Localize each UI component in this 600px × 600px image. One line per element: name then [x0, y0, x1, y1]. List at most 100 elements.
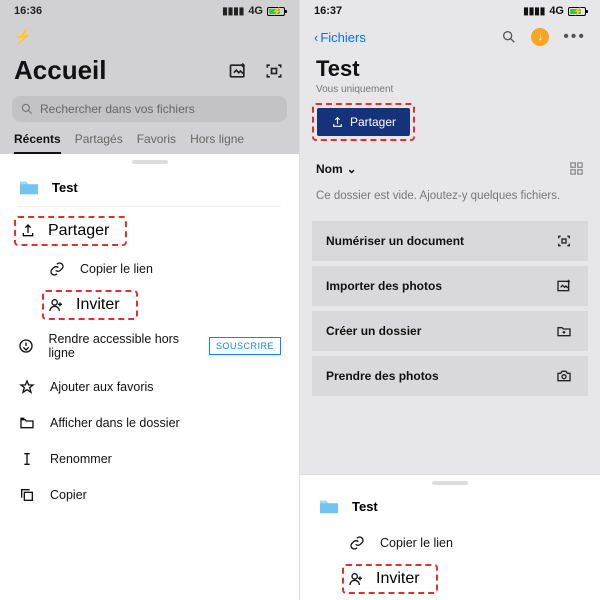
share-icon [20, 223, 36, 239]
left-header-area: 16:36 ▮▮▮▮ 4G ⚡ ⚡ Accueil Rechercher dan… [0, 0, 299, 154]
take-photo-action[interactable]: Prendre des photos [312, 356, 588, 396]
scan-document-action[interactable]: Numériser un document [312, 221, 588, 261]
folder-name: Test [52, 180, 78, 195]
folder-title: Test [300, 50, 600, 84]
share-button[interactable]: Partager [317, 108, 410, 136]
image-icon [556, 278, 574, 294]
folder-plus-icon [556, 323, 574, 339]
offline-item[interactable]: Rendre accessible hors ligne SOUSCRIRE [0, 323, 299, 369]
status-indicators: ▮▮▮▮ 4G ⚡ [222, 5, 285, 17]
back-button[interactable]: ‹ Fichiers [314, 30, 366, 45]
chevron-down-icon: ⌄ [347, 162, 357, 176]
right-screenshot: 16:37 ▮▮▮▮ 4G ⚡ ‹ Fichiers ↓ ••• Test Vo… [300, 0, 600, 600]
copy-item[interactable]: Copier [0, 477, 299, 513]
rename-icon [18, 450, 36, 468]
scan-document-label: Numériser un document [326, 234, 464, 248]
show-in-folder-label: Afficher dans le dossier [50, 416, 180, 430]
signal-icon: ▮▮▮▮ [222, 6, 244, 17]
sheet-invite-highlight: Inviter [342, 564, 438, 594]
share-button-highlight: Partager [312, 103, 415, 141]
scan-icon [556, 233, 574, 249]
status-time: 16:37 [314, 5, 342, 17]
link-icon [48, 260, 66, 278]
share-label[interactable]: Partager [48, 222, 109, 240]
upload-image-icon[interactable] [227, 60, 249, 82]
left-screenshot: 16:36 ▮▮▮▮ 4G ⚡ ⚡ Accueil Rechercher dan… [0, 0, 300, 600]
import-photos-action[interactable]: Importer des photos [312, 266, 588, 306]
scan-icon[interactable] [263, 60, 285, 82]
nav-row: ‹ Fichiers ↓ ••• [300, 22, 600, 50]
folder-header: Test [0, 168, 299, 206]
camera-icon [556, 368, 574, 384]
battery-icon: ⚡ [568, 7, 586, 16]
network-label: 4G [549, 5, 564, 17]
network-label: 4G [248, 5, 263, 17]
link-icon [348, 534, 366, 552]
create-folder-action[interactable]: Créer un dossier [312, 311, 588, 351]
status-indicators: ▮▮▮▮ 4G ⚡ [523, 5, 586, 17]
search-icon[interactable] [501, 29, 517, 45]
bolt-icon: ⚡ [0, 22, 299, 47]
take-photo-label: Prendre des photos [326, 369, 439, 383]
favorites-item[interactable]: Ajouter aux favoris [0, 369, 299, 405]
sheet-folder-name: Test [352, 499, 378, 514]
upload-status-icon[interactable]: ↓ [531, 28, 549, 46]
favorites-label: Ajouter aux favoris [50, 380, 154, 394]
sheet-folder-header: Test [300, 487, 600, 525]
copy-label: Copier [50, 488, 87, 502]
search-placeholder: Rechercher dans vos fichiers [40, 102, 195, 116]
create-folder-label: Créer un dossier [326, 324, 421, 338]
divider [18, 206, 281, 207]
invite-icon [48, 297, 64, 313]
folder-icon [18, 178, 40, 196]
sheet-invite-label[interactable]: Inviter [376, 570, 420, 588]
offline-label: Rendre accessible hors ligne [48, 332, 195, 360]
chevron-left-icon: ‹ [314, 30, 318, 45]
sheet-copy-link-label: Copier le lien [380, 536, 453, 550]
subscribe-button[interactable]: SOUSCRIRE [209, 337, 281, 355]
offline-icon [18, 337, 34, 355]
search-input[interactable]: Rechercher dans vos fichiers [12, 96, 287, 122]
tab-shared[interactable]: Partagés [75, 132, 123, 154]
import-photos-label: Importer des photos [326, 279, 442, 293]
rename-label: Renommer [50, 452, 112, 466]
invite-item-highlight: Inviter [42, 290, 138, 320]
grid-view-icon[interactable] [569, 161, 584, 176]
more-icon[interactable]: ••• [563, 28, 586, 46]
folder-icon [318, 497, 340, 515]
title-row: Accueil [0, 47, 299, 96]
battery-icon: ⚡ [267, 7, 285, 16]
share-item-highlight: Partager [14, 216, 127, 246]
status-bar: 16:36 ▮▮▮▮ 4G ⚡ [0, 0, 299, 22]
rename-item[interactable]: Renommer [0, 441, 299, 477]
copy-link-item[interactable]: Copier le lien [0, 251, 299, 287]
copy-link-label: Copier le lien [80, 262, 153, 276]
star-icon [18, 378, 36, 396]
copy-icon [18, 486, 36, 504]
sort-label: Nom [316, 162, 343, 176]
folder-open-icon [18, 414, 36, 432]
bottom-sheet: Test Copier le lien Inviter [300, 474, 600, 600]
tabs: Récents Partagés Favoris Hors ligne [0, 132, 299, 154]
search-icon [20, 102, 34, 116]
sheet-handle[interactable] [432, 481, 468, 485]
sheet-handle[interactable] [132, 160, 168, 164]
tab-favorites[interactable]: Favoris [137, 132, 176, 154]
sort-button[interactable]: Nom ⌄ [316, 162, 357, 176]
share-button-label: Partager [350, 115, 396, 129]
show-in-folder-item[interactable]: Afficher dans le dossier [0, 405, 299, 441]
sheet-copy-link-item[interactable]: Copier le lien [300, 525, 600, 561]
empty-folder-message: Ce dossier est vide. Ajoutez-y quelques … [300, 186, 600, 216]
signal-icon: ▮▮▮▮ [523, 6, 545, 17]
sort-row: Nom ⌄ [300, 147, 600, 186]
invite-icon [348, 571, 364, 587]
page-title: Accueil [14, 55, 107, 86]
status-bar: 16:37 ▮▮▮▮ 4G ⚡ [300, 0, 600, 22]
status-time: 16:36 [14, 5, 42, 17]
invite-label[interactable]: Inviter [76, 296, 120, 314]
folder-subtitle: Vous uniquement [300, 84, 600, 101]
tab-offline[interactable]: Hors ligne [190, 132, 244, 154]
tab-recents[interactable]: Récents [14, 132, 61, 154]
share-icon [331, 116, 344, 129]
back-label: Fichiers [320, 30, 366, 45]
